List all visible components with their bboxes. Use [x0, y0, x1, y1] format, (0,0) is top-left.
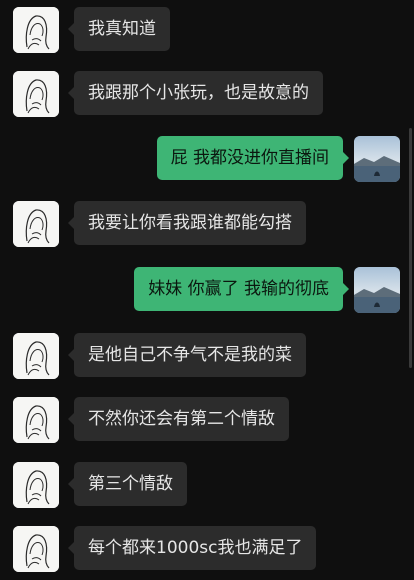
outgoing-message-bubble[interactable]: 屁 我都没进你直播间 — [156, 136, 350, 180]
message-row: 我要让你看我跟谁都能勾搭 — [0, 201, 414, 253]
message-row: 妹妹 你赢了 我输的彻底 — [0, 267, 414, 319]
chat-thread[interactable]: 我真知道 我跟那个小张玩，也是故意的 屁 我都没进你直播间 我要让你看我跟谁都能… — [0, 0, 414, 580]
incoming-message-bubble[interactable]: 是他自己不争气不是我的菜 — [68, 333, 306, 377]
incoming-message-bubble[interactable]: 我要让你看我跟谁都能勾搭 — [68, 201, 306, 245]
message-row: 是他自己不争气不是我的菜 — [0, 333, 414, 385]
sketch-girl-avatar-icon[interactable] — [13, 7, 59, 53]
sketch-girl-avatar-icon[interactable] — [13, 462, 59, 508]
incoming-message-bubble[interactable]: 每个都来1000sc我也满足了 — [67, 526, 317, 570]
scrollbar[interactable] — [409, 128, 412, 368]
message-row: 我真知道 — [0, 7, 414, 59]
message-row: 屁 我都没进你直播间 — [0, 136, 414, 188]
lake-landscape-avatar-icon[interactable] — [354, 136, 400, 182]
sketch-girl-avatar-icon[interactable] — [13, 526, 59, 572]
incoming-message-bubble[interactable]: 不然你还会有第二个情敌 — [68, 397, 289, 441]
incoming-message-bubble[interactable]: 我跟那个小张玩，也是故意的 — [68, 71, 323, 115]
incoming-message-bubble[interactable]: 我真知道 — [68, 7, 170, 51]
message-row: 每个都来1000sc我也满足了 — [0, 526, 414, 578]
message-row: 我跟那个小张玩，也是故意的 — [0, 71, 414, 123]
sketch-girl-avatar-icon[interactable] — [13, 333, 59, 379]
message-row: 不然你还会有第二个情敌 — [0, 397, 414, 449]
lake-landscape-avatar-icon[interactable] — [354, 267, 400, 313]
sketch-girl-avatar-icon[interactable] — [13, 71, 59, 117]
incoming-message-bubble[interactable]: 第三个情敌 — [68, 462, 187, 506]
sketch-girl-avatar-icon[interactable] — [13, 201, 59, 247]
sketch-girl-avatar-icon[interactable] — [13, 397, 59, 443]
outgoing-message-bubble[interactable]: 妹妹 你赢了 我输的彻底 — [134, 267, 349, 311]
message-row: 第三个情敌 — [0, 462, 414, 514]
